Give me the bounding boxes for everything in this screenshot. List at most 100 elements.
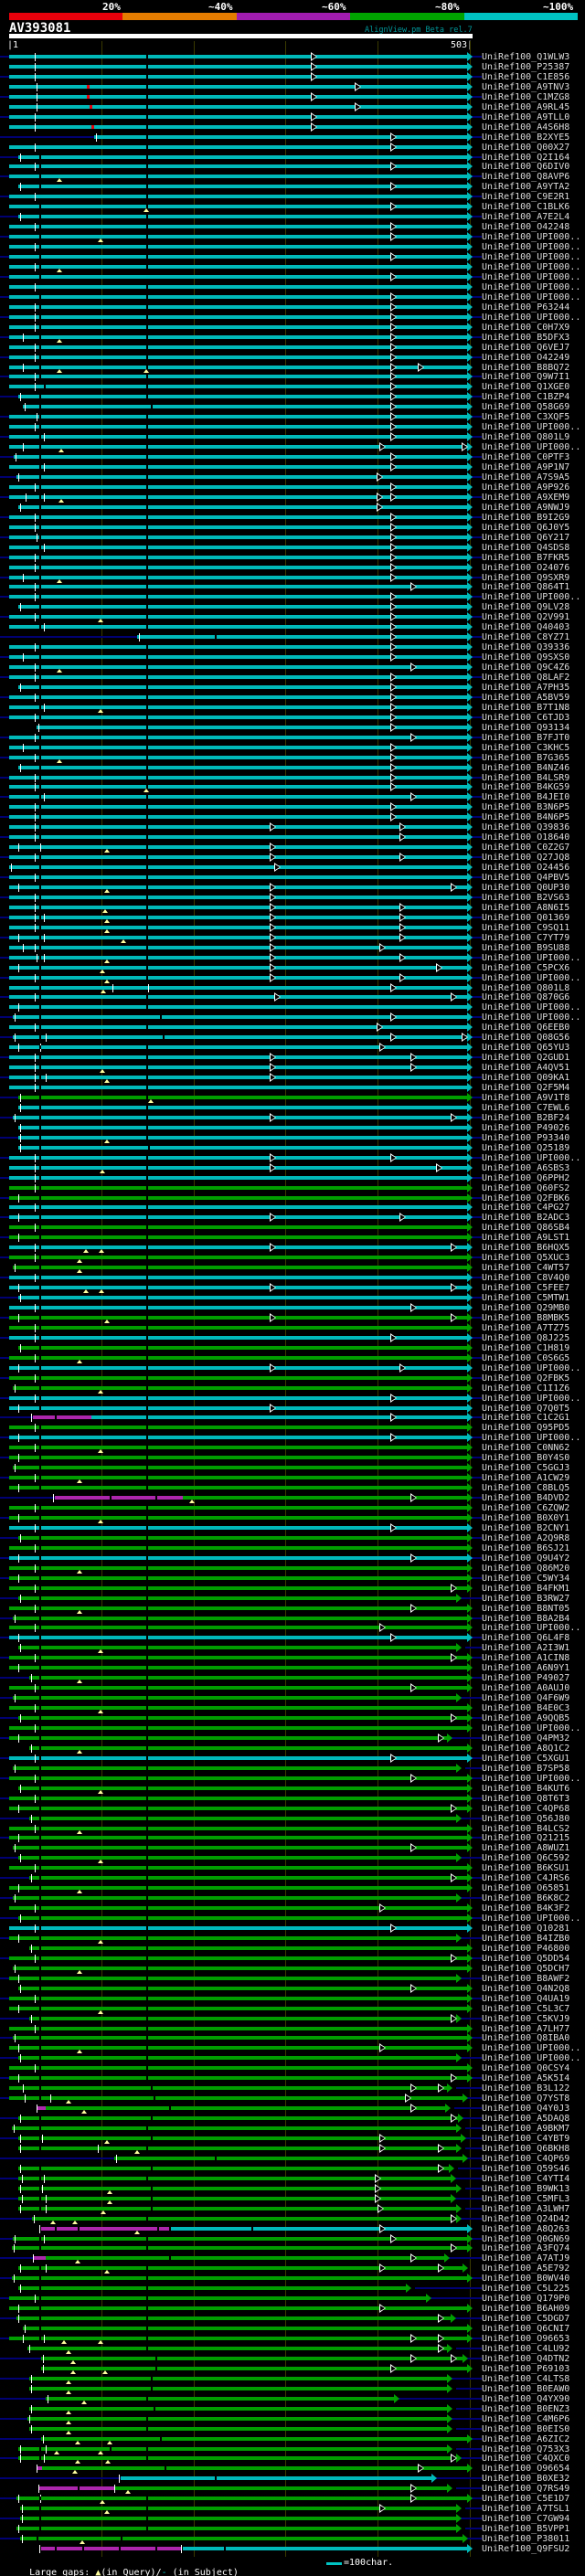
hsp-boundary-tick — [35, 993, 36, 1002]
hsp-boundary-tick — [35, 874, 36, 882]
subject-gap-arrow-inner — [400, 834, 405, 840]
gap-notch — [146, 2017, 148, 2020]
hsp-boundary-tick — [20, 603, 21, 611]
alignment-row: UniRef100_Q9SXS0 — [0, 652, 585, 663]
subject-end-arrow-icon — [467, 1503, 473, 1512]
subject-end-arrow-icon — [467, 242, 473, 251]
gap-notch — [146, 726, 148, 729]
subject-end-arrow-icon — [463, 2263, 468, 2273]
hit-label: UniRef100_Q8J225 — [482, 1333, 570, 1343]
hsp-boundary-tick — [15, 1844, 16, 1852]
gap-notch — [39, 345, 41, 349]
hsp-boundary-tick — [35, 1754, 36, 1763]
gap-notch — [39, 1076, 41, 1079]
alignment-row: UniRef100_Q8IBA0 — [0, 2033, 585, 2043]
gap-notch — [39, 2447, 41, 2451]
alignment-segment — [13, 2237, 467, 2241]
subject-gap-arrow-inner — [411, 2356, 416, 2361]
alignment-segment — [18, 1646, 456, 1649]
subject-gap-arrow-inner — [439, 2316, 443, 2321]
hit-label: UniRef100_C3XQF5 — [482, 412, 570, 422]
gap-notch — [39, 295, 41, 299]
gap-notch — [146, 885, 148, 889]
subject-gap-arrow-inner — [391, 705, 396, 710]
subject-end-arrow-icon — [456, 1764, 462, 1773]
subject-gap-arrow-inner — [400, 1214, 405, 1220]
hsp-boundary-tick — [20, 2054, 21, 2062]
subject-gap-arrow-inner — [391, 2236, 396, 2242]
hit-label: UniRef100_C9E2R1 — [482, 192, 570, 202]
gap-notch — [39, 595, 41, 599]
alignment-segment — [9, 936, 467, 939]
alignment-segment — [9, 375, 467, 378]
alignment-segment — [18, 2456, 456, 2460]
alignment-segment — [9, 1246, 467, 1249]
alignment-row: UniRef100_Q5DCH7 — [0, 1964, 585, 1974]
alignment-row: UniRef100_P69103 — [0, 2364, 585, 2374]
alignment-row: UniRef100_O65851 — [0, 1883, 585, 1893]
hsp-boundary-tick — [18, 1214, 19, 1222]
gap-notch — [146, 1807, 148, 1810]
hsp-boundary-tick — [35, 894, 36, 902]
alignment-segment — [9, 2066, 467, 2070]
alignment-row: UniRef100_UPI000.. — [0, 1913, 585, 1924]
hit-label: UniRef100_Q6L4F8 — [482, 1633, 570, 1643]
gap-notch — [39, 505, 41, 509]
row-guide-line — [465, 2188, 482, 2189]
alignment-segment — [9, 515, 467, 519]
subject-gap-arrow-inner — [271, 935, 275, 940]
gap-notch — [146, 1797, 148, 1800]
hit-label: UniRef100_B8MBK5 — [482, 1313, 570, 1323]
alignment-row: UniRef100_UPI000.. — [0, 973, 585, 983]
hsp-boundary-tick — [18, 1194, 19, 1203]
hit-label: UniRef100_B6HQX5 — [482, 1243, 570, 1253]
hsp-boundary-tick — [15, 1264, 16, 1272]
subject-end-arrow-icon — [467, 2494, 473, 2503]
hit-label: UniRef100_A5E792 — [482, 2263, 570, 2274]
alignment-row: UniRef100_Q1XGE0 — [0, 382, 585, 392]
hsp-boundary-tick — [35, 1995, 36, 2003]
hit-label: UniRef100_B0Y4S0 — [482, 1453, 570, 1463]
subject-end-arrow-icon — [467, 382, 473, 391]
alignment-segment — [9, 956, 467, 959]
subject-end-arrow-icon — [467, 412, 473, 421]
alignment-segment — [9, 1797, 467, 1800]
gap-notch — [39, 1436, 41, 1439]
subject-end-arrow-icon — [467, 122, 473, 132]
alignment-segment — [9, 546, 467, 549]
gap-notch — [146, 1436, 148, 1439]
gap-notch — [146, 1225, 148, 1229]
hit-label: UniRef100_B4JEI0 — [482, 792, 570, 802]
alignment-segment — [13, 1617, 467, 1620]
subject-gap-arrow-inner — [391, 775, 396, 780]
alignment-segment — [114, 2157, 463, 2160]
alignment-segment — [55, 1496, 183, 1500]
hit-label: UniRef100_A9RL45 — [482, 102, 570, 112]
hit-label: UniRef100_B4K3F2 — [482, 1903, 570, 1913]
alignment-row: UniRef100_B0XE32 — [0, 2474, 585, 2484]
hit-label: UniRef100_UPI000.. — [482, 232, 581, 242]
alignment-row: UniRef100_C1H819 — [0, 1343, 585, 1353]
alignment-row: UniRef100_Q8LAF2 — [0, 673, 585, 683]
gap-notch — [39, 2327, 41, 2330]
gap-notch — [39, 1746, 41, 1750]
gap-notch — [146, 906, 148, 909]
alignment-segment — [9, 1926, 467, 1930]
alignment-segment — [41, 2547, 181, 2550]
hsp-boundary-tick — [14, 2274, 15, 2283]
subject-end-arrow-icon — [467, 1533, 473, 1542]
alignment-row: UniRef100_C5L225 — [0, 2284, 585, 2294]
hit-label: UniRef100_A7ATJ9 — [482, 2253, 570, 2263]
alignment-segment — [9, 1426, 467, 1429]
subject-end-arrow-icon — [467, 923, 473, 932]
hsp-boundary-tick — [20, 2165, 21, 2173]
low-identity-notch — [87, 85, 90, 89]
hit-label: UniRef100_A7TZ75 — [482, 1323, 570, 1333]
scale-label-40: ~40% — [208, 1, 233, 13]
subject-gap-arrow-inner — [391, 334, 396, 340]
gap-notch — [146, 1966, 148, 1970]
gap-notch — [154, 2096, 155, 2100]
footer-legend-gaps: Large gaps: ▲(in Query)/- (in Subject) — [7, 2558, 239, 2576]
subject-gap-arrow-inner — [400, 905, 405, 910]
hsp-boundary-tick — [35, 1054, 36, 1062]
